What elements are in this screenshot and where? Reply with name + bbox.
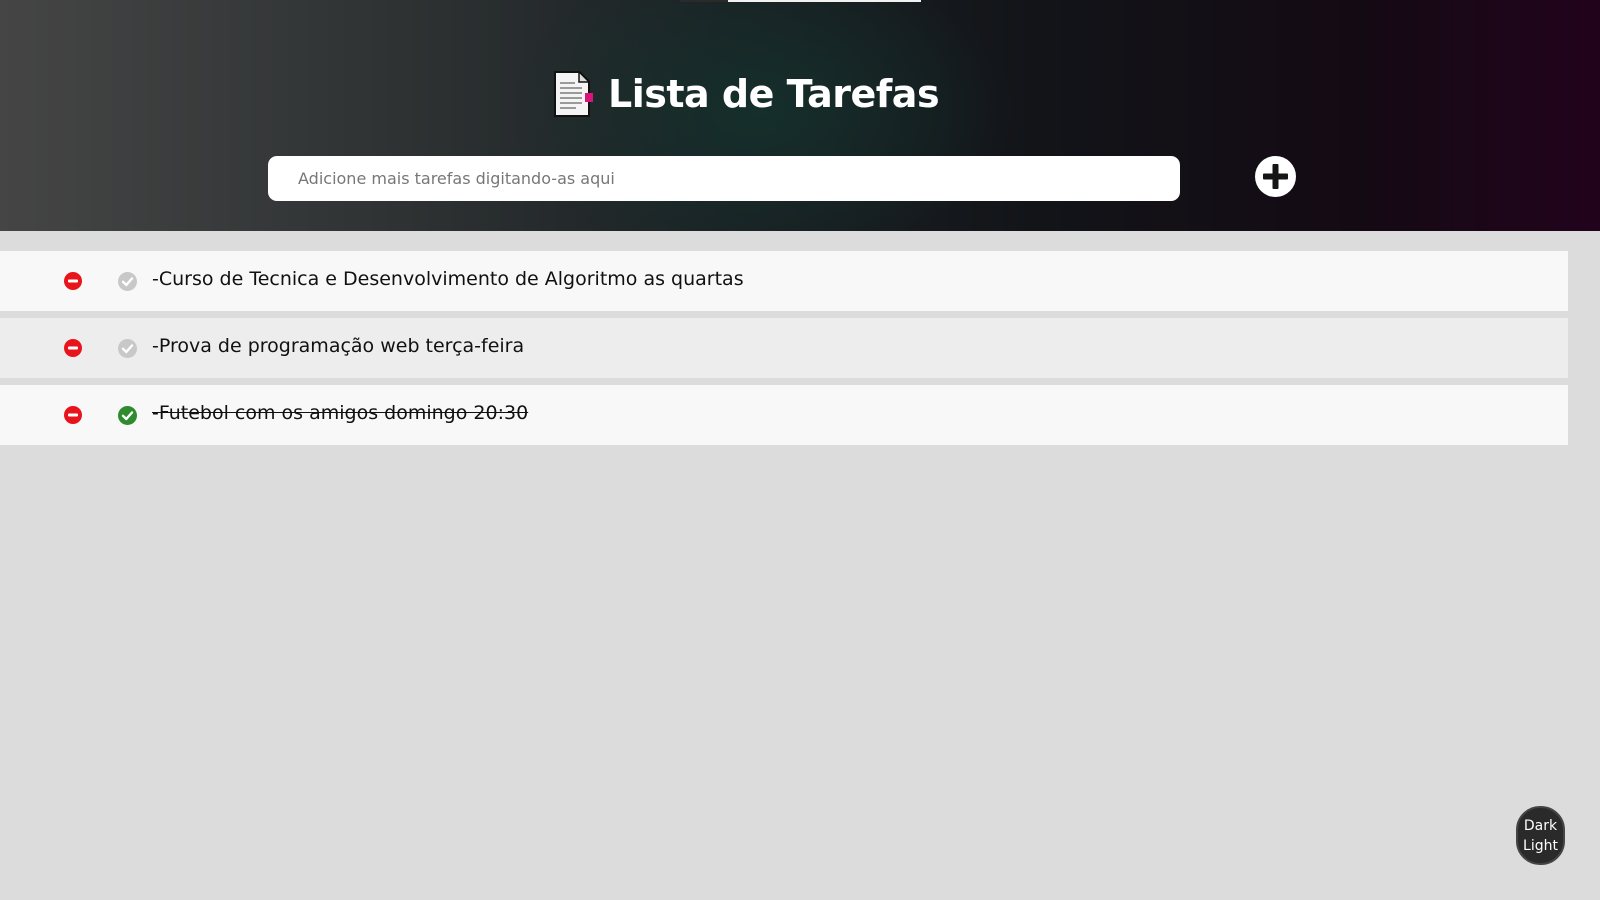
task-item: -Curso de Tecnica e Desenvolvimento de A…	[0, 251, 1568, 311]
title-row: Lista de Tarefas	[550, 68, 940, 120]
page-title: Lista de Tarefas	[608, 72, 940, 116]
theme-toggle-light-label: Light	[1523, 837, 1558, 854]
task-text: -Prova de programação web terça-feira	[152, 335, 525, 357]
theme-toggle-button[interactable]: Dark Light	[1516, 806, 1565, 865]
document-icon	[550, 69, 594, 119]
top-bar-highlight	[728, 0, 921, 2]
theme-toggle-dark-label: Dark	[1523, 817, 1558, 834]
task-text: -Curso de Tecnica e Desenvolvimento de A…	[152, 268, 744, 290]
task-list: -Curso de Tecnica e Desenvolvimento de A…	[0, 251, 1568, 452]
top-bar-segment	[680, 0, 728, 2]
check-icon[interactable]	[118, 272, 137, 291]
add-task-button[interactable]	[1255, 156, 1296, 197]
task-input[interactable]	[268, 156, 1180, 201]
check-icon[interactable]	[118, 406, 137, 425]
task-item: -Prova de programação web terça-feira	[0, 318, 1568, 378]
task-item: -Futebol com os amigos domingo 20:30	[0, 385, 1568, 445]
check-icon[interactable]	[118, 339, 137, 358]
remove-icon[interactable]	[64, 406, 82, 424]
remove-icon[interactable]	[64, 339, 82, 357]
remove-icon[interactable]	[64, 272, 82, 290]
plus-circle-icon	[1255, 156, 1296, 197]
page-header: Lista de Tarefas	[0, 0, 1600, 231]
task-text: -Futebol com os amigos domingo 20:30	[152, 402, 529, 424]
